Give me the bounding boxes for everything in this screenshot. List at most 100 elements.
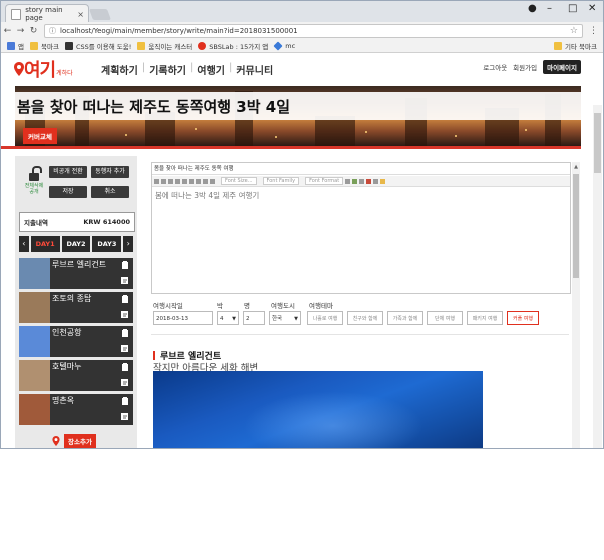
browser-window: story main page × ● – □ ✕ ← → ↻ ⓘ localh… [0, 0, 604, 449]
page-scrollbar[interactable] [593, 105, 602, 448]
lock-toggle[interactable]: 전체삭제 공개 [23, 166, 45, 202]
memo-icon[interactable] [121, 310, 129, 318]
memo-icon[interactable] [121, 276, 129, 284]
place-item[interactable]: 호텔마누 [19, 360, 133, 391]
editor-scrollbar[interactable]: ▲ [572, 162, 580, 448]
section-divider [151, 334, 569, 335]
place-item[interactable]: 인천공항 [19, 326, 133, 357]
bookmark-item[interactable]: mc [273, 40, 295, 51]
close-window-button[interactable]: ✕ [588, 3, 596, 14]
trip-title[interactable]: 봄을 찾아 떠나는 제주도 동쪽여행 3박 4일 [17, 96, 290, 117]
list-icon[interactable] [210, 178, 215, 184]
delete-icon[interactable] [121, 329, 129, 337]
theme-solo[interactable]: 나홀로 여행 [307, 311, 343, 325]
delete-icon[interactable] [121, 261, 129, 269]
align-center-icon[interactable] [189, 178, 194, 184]
star-icon[interactable]: ☆ [570, 26, 578, 36]
close-tab-icon[interactable]: × [77, 10, 84, 19]
save-button[interactable]: 저장 [49, 186, 87, 198]
nights-select[interactable]: 4 ▼ [217, 311, 239, 325]
scroll-up-icon[interactable]: ▲ [572, 164, 580, 170]
change-cover-button[interactable]: 커버교체 [23, 128, 57, 144]
minimize-button[interactable]: – [547, 3, 552, 14]
cancel-button[interactable]: 취소 [91, 186, 129, 198]
address-bar[interactable]: ⓘ localhost/Yeogi/main/member/story/writ… [44, 23, 583, 38]
info-icon[interactable]: ⓘ [49, 26, 56, 36]
browser-tab[interactable]: story main page × [5, 4, 89, 23]
add-place-button[interactable]: 장소추가 [64, 434, 96, 448]
profile-icon[interactable]: ● [528, 3, 537, 14]
nights-value: 4 [220, 316, 224, 322]
theme-package[interactable]: 패키지 여행 [467, 311, 503, 325]
delete-icon[interactable] [121, 397, 129, 405]
editor-body-text[interactable]: 봄에 떠나는 3박 4일 제주 여행기 [155, 190, 259, 201]
day-tab-1[interactable]: DAY1 [30, 236, 60, 252]
reload-icon[interactable]: ↻ [27, 26, 40, 36]
banner-light [525, 129, 527, 131]
people-label: 명 [244, 302, 250, 310]
menu-icon[interactable]: ⋮ [587, 26, 600, 36]
private-toggle-button[interactable]: 비공개 전환 [49, 166, 87, 178]
align-right-icon[interactable] [196, 178, 201, 184]
font-family-select[interactable]: Font Family [262, 177, 300, 185]
place-item[interactable]: 명촌옥 [19, 394, 133, 425]
start-date-field[interactable]: 2018-03-13 [153, 311, 213, 325]
expense-summary[interactable]: 지출내역 KRW 614000 [19, 212, 135, 232]
add-place-control[interactable]: 장소추가 [52, 434, 96, 448]
nav-travelogue[interactable]: 여행기 [197, 62, 225, 77]
place-item[interactable]: 조토의 종탑 [19, 292, 133, 323]
justify-icon[interactable] [203, 178, 208, 184]
theme-family[interactable]: 가족과 함께 [387, 311, 423, 325]
memo-icon[interactable] [121, 344, 129, 352]
delete-icon[interactable] [121, 363, 129, 371]
next-day-icon[interactable]: › [123, 236, 133, 252]
nav-plan[interactable]: 계획하기 [101, 62, 138, 77]
page-scrollbar-thumb[interactable] [594, 113, 601, 173]
people-field[interactable]: 2 [243, 311, 265, 325]
bookmark-item[interactable]: 북마크 [29, 41, 59, 51]
scrollbar-thumb[interactable] [573, 174, 579, 278]
memo-icon[interactable] [121, 412, 129, 420]
font-format-select[interactable]: Font Format [305, 177, 344, 185]
underline-icon[interactable] [168, 178, 173, 184]
preview-icon[interactable] [373, 178, 379, 184]
table-icon[interactable] [359, 178, 365, 184]
new-tab-button[interactable] [88, 9, 112, 20]
join-link[interactable]: 회원가입 [513, 62, 537, 72]
theme-couple[interactable]: 커플 여행 [507, 311, 539, 325]
editor-title-input[interactable]: 봄을 찾아 떠나는 제주도 동쪽 여행 [152, 163, 570, 175]
back-icon[interactable]: ← [1, 26, 14, 36]
media-icon[interactable] [366, 178, 372, 184]
forward-icon[interactable]: → [14, 26, 27, 36]
day-tab-3[interactable]: DAY3 [92, 236, 122, 252]
image-icon[interactable] [352, 178, 358, 184]
theme-friends[interactable]: 친구와 함께 [347, 311, 383, 325]
bookmark-apps[interactable]: 앱 [7, 41, 24, 51]
city-select[interactable]: 한국 ▼ [269, 311, 301, 325]
align-left-icon[interactable] [182, 178, 187, 184]
memo-icon[interactable] [121, 378, 129, 386]
theme-group[interactable]: 단체 여행 [427, 311, 463, 325]
bold-icon[interactable] [154, 178, 159, 184]
delete-icon[interactable] [121, 295, 129, 303]
bookmark-item[interactable]: 움직이는 캐스터 [137, 41, 192, 51]
add-companion-button[interactable]: 동행자 추가 [91, 166, 129, 178]
font-size-select[interactable]: Font Size... [221, 177, 257, 185]
emoticon-icon[interactable] [380, 178, 386, 184]
other-bookmarks[interactable]: 기타 북마크 [554, 41, 597, 51]
nav-community[interactable]: 커뮤니티 [236, 62, 273, 77]
strike-icon[interactable] [175, 178, 180, 184]
place-item[interactable]: 루브르 엘리건트 [19, 258, 133, 289]
mypage-button[interactable]: 마이페이지 [543, 60, 581, 74]
site-logo[interactable]: 여기 계하다 [14, 56, 73, 82]
bookmark-item[interactable]: CSS를 이용해 도움! [64, 41, 131, 51]
logout-link[interactable]: 로그아웃 [483, 62, 507, 72]
maximize-button[interactable]: □ [568, 3, 577, 14]
browser-titlebar: story main page × ● – □ ✕ [1, 1, 603, 23]
prev-day-icon[interactable]: ‹ [19, 236, 29, 252]
day-tab-2[interactable]: DAY2 [61, 236, 91, 252]
italic-icon[interactable] [161, 178, 166, 184]
nav-record[interactable]: 기록하기 [149, 62, 186, 77]
link-icon[interactable] [345, 178, 351, 184]
bookmark-item[interactable]: SBSLab : 15가지 앱 [198, 41, 268, 51]
